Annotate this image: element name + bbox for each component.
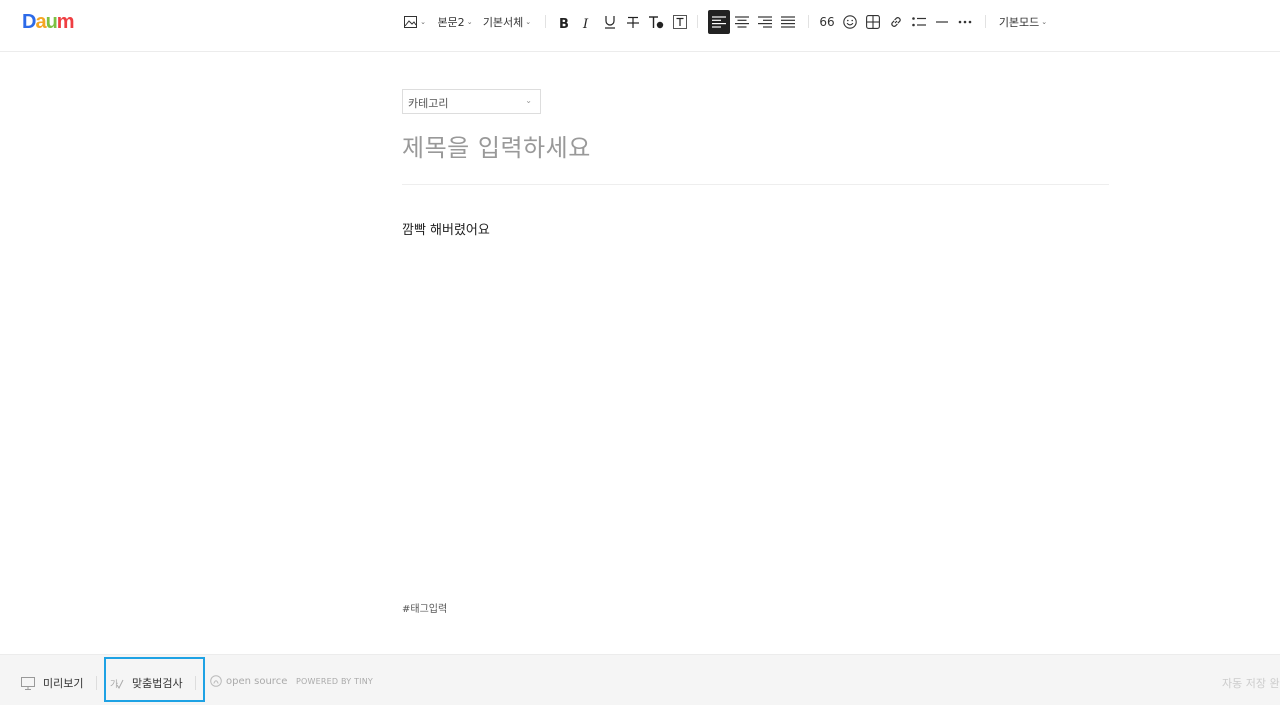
insert-image-button[interactable]: ⌄: [403, 10, 427, 34]
paragraph-style-dropdown[interactable]: 본문2 ⌄: [437, 10, 473, 34]
open-source-link[interactable]: open source: [210, 675, 287, 687]
strikethrough-button[interactable]: [625, 10, 641, 34]
align-left-icon: [712, 16, 726, 28]
title-input[interactable]: 제목을 입력하세요: [402, 128, 591, 163]
logo-letter: u: [45, 10, 58, 33]
category-select[interactable]: 카테고리 ⌄: [402, 89, 541, 114]
italic-button[interactable]: I: [579, 10, 595, 34]
tag-placeholder: #태그입력: [402, 604, 448, 615]
align-right-icon: [758, 16, 772, 28]
smiley-icon: [843, 15, 857, 29]
align-justify-button[interactable]: [779, 10, 797, 34]
more-icon: [958, 20, 972, 24]
body-paragraph: 깜빡 해버렸어요: [402, 223, 490, 238]
logo-letter: m: [56, 10, 75, 33]
editor-mode-label: 기본모드: [998, 16, 1040, 29]
insert-table-button[interactable]: [864, 10, 882, 34]
svg-text:B: B: [559, 17, 569, 29]
bullet-list-icon: [912, 17, 926, 27]
toolbar-divider: [808, 15, 809, 28]
editor-body[interactable]: 깜빡 해버렸어요: [402, 219, 490, 238]
bullet-list-button[interactable]: [910, 10, 928, 34]
emoticon-button[interactable]: [841, 10, 859, 34]
editor-toolbar: D a u m ⌄ 본문2 ⌄ 기본서체 ⌄ B I 66 기본모드 ⌄: [0, 0, 1280, 52]
toolbar-divider: [985, 15, 986, 28]
title-placeholder: 제목을 입력하세요: [402, 134, 591, 162]
image-icon: [404, 15, 418, 28]
text-background-icon: [673, 15, 687, 29]
chevron-down-icon: ⌄: [420, 18, 426, 26]
quote-icon: 66: [819, 15, 835, 29]
underline-icon: [605, 16, 615, 29]
chevron-down-icon: ⌄: [1041, 18, 1048, 26]
chevron-down-icon: ⌄: [525, 96, 532, 105]
align-justify-icon: [781, 16, 795, 28]
font-family-dropdown[interactable]: 기본서체 ⌄: [482, 10, 532, 34]
monitor-icon: [21, 676, 35, 690]
svg-text:I: I: [582, 17, 589, 29]
bold-icon: B: [559, 17, 569, 29]
text-color-icon: [649, 16, 664, 29]
italic-icon: I: [582, 17, 589, 29]
paragraph-style-label: 본문2: [437, 16, 465, 29]
text-color-button[interactable]: [647, 10, 665, 34]
align-center-button[interactable]: [733, 10, 751, 34]
bold-button[interactable]: B: [556, 10, 572, 34]
preview-label: 미리보기: [43, 677, 84, 690]
footer-divider: [96, 676, 97, 690]
link-icon: [891, 17, 901, 27]
align-right-button[interactable]: [756, 10, 774, 34]
quote-button[interactable]: 66: [817, 10, 837, 34]
insert-link-button[interactable]: [887, 10, 905, 34]
chevron-down-icon: ⌄: [466, 18, 473, 26]
strikethrough-icon: [627, 16, 639, 28]
powered-by-tiny-link[interactable]: POWERED BY TINY: [296, 677, 373, 686]
open-source-icon: [210, 675, 222, 687]
logo-letter: D: [22, 10, 36, 33]
align-center-icon: [735, 16, 749, 28]
logo-letter: a: [35, 10, 46, 33]
table-icon: [866, 15, 880, 29]
font-family-label: 기본서체: [482, 16, 524, 29]
powered-by-label: POWERED BY TINY: [296, 677, 373, 686]
title-divider: [402, 184, 1109, 185]
text-background-button[interactable]: [671, 10, 689, 34]
horizontal-rule-button[interactable]: [933, 10, 951, 34]
editor-mode-dropdown[interactable]: 기본모드 ⌄: [998, 10, 1048, 34]
horizontal-line-icon: [936, 21, 948, 23]
align-left-button[interactable]: [708, 10, 730, 34]
autosave-label: 자동 저장 완료: [1222, 677, 1280, 690]
category-placeholder: 카테고리: [408, 97, 449, 110]
chevron-down-icon: ⌄: [525, 18, 532, 26]
tag-input[interactable]: #태그입력: [402, 600, 447, 615]
toolbar-divider: [545, 15, 546, 28]
daum-logo[interactable]: D a u m: [22, 10, 75, 33]
more-button[interactable]: [956, 10, 974, 34]
underline-button[interactable]: [602, 10, 618, 34]
toolbar-divider: [697, 15, 698, 28]
open-source-label: open source: [226, 675, 288, 687]
spellcheck-highlight-box: [104, 657, 205, 702]
autosave-status: 자동 저장 완료: [1222, 675, 1280, 691]
preview-button[interactable]: 미리보기: [21, 675, 83, 691]
